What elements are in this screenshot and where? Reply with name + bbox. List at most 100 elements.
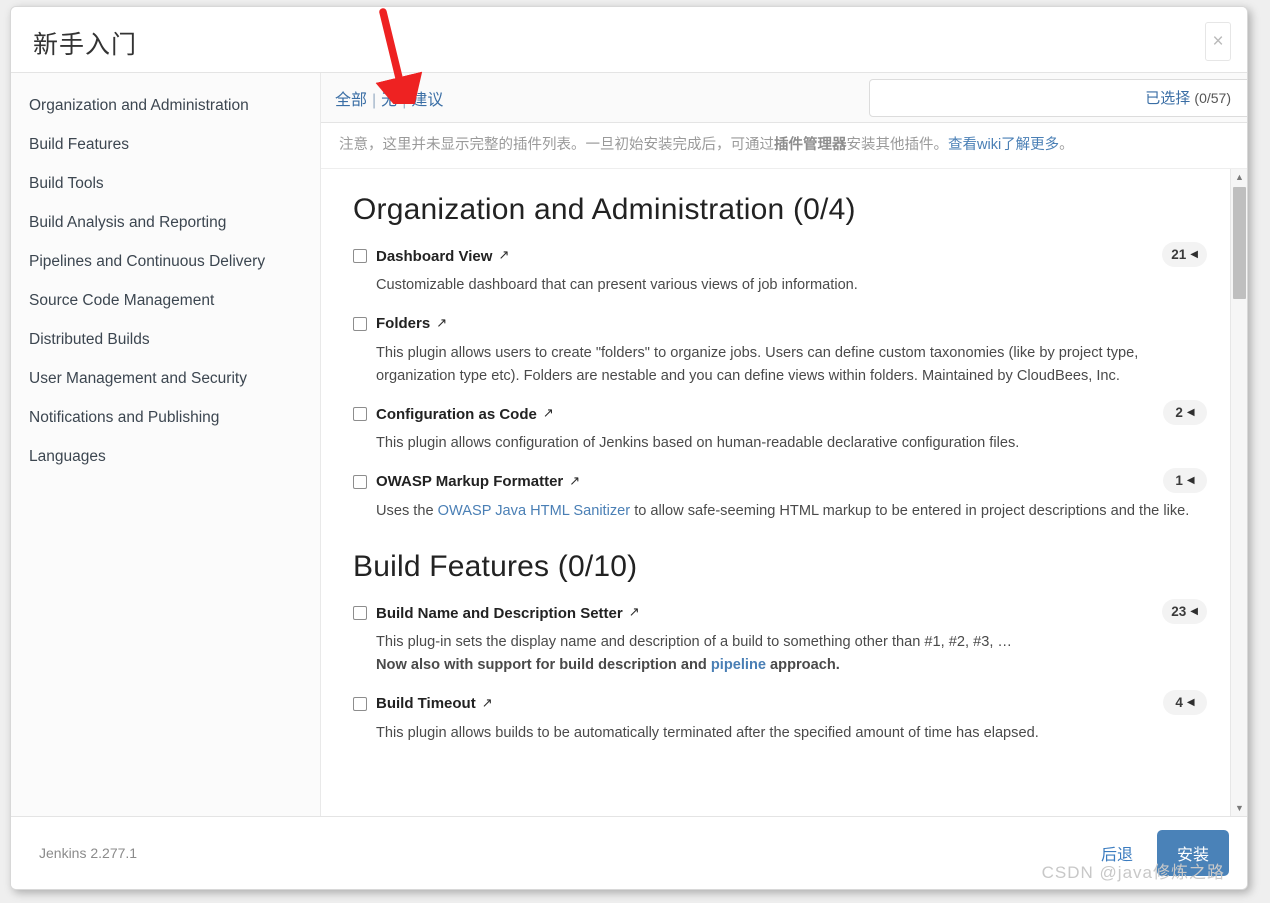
filter-all-link[interactable]: 全部 [335, 92, 367, 109]
sidebar-item-pipelines-and-continuous-delivery[interactable]: Pipelines and Continuous Delivery [11, 243, 320, 282]
plugin-checkbox[interactable] [353, 696, 367, 711]
sidebar-item-distributed-builds[interactable]: Distributed Builds [11, 321, 320, 360]
plugin-description-text: This plugin allows builds to be automati… [376, 724, 1039, 741]
dialog-footer: Jenkins 2.277.1 后退 安装 CSDN @java修炼之路 [11, 817, 1247, 889]
plugin-description-text: Uses the [376, 502, 438, 519]
plugin-description-link[interactable]: pipeline [711, 657, 766, 673]
external-link-icon[interactable]: ↗ [482, 695, 493, 711]
plugin-checkbox[interactable] [353, 316, 367, 331]
plugin-name[interactable]: Folders [376, 315, 430, 332]
plugin-description: This plugin allows configuration of Jenk… [376, 432, 1207, 455]
sidebar-item-user-management-and-security[interactable]: User Management and Security [11, 360, 320, 399]
plugin-checkbox[interactable] [353, 474, 367, 489]
plugin-description-text: This plugin allows configuration of Jenk… [376, 435, 1020, 452]
triangle-left-icon: ◀ [1186, 474, 1195, 486]
plugin-version-number: 21 [1171, 247, 1187, 263]
external-link-icon[interactable]: ↗ [629, 604, 640, 620]
page-title: 新手入门 [33, 31, 138, 59]
plugin-description-text: This plugin allows users to create "fold… [376, 344, 1139, 384]
scrollbar-thumb[interactable] [1233, 187, 1246, 300]
plugin-version-badge[interactable]: 21 ◀ [1162, 242, 1207, 268]
plugin-version-badge[interactable]: 23 ◀ [1162, 599, 1207, 625]
external-link-icon[interactable]: ↗ [436, 315, 447, 331]
plugin-header: Configuration as Code ↗ [353, 403, 1207, 425]
vertical-scrollbar[interactable]: ▲ ▼ [1230, 169, 1247, 816]
plugin-header: Dashboard View ↗ [353, 245, 1207, 267]
external-link-icon[interactable]: ↗ [498, 247, 509, 263]
plugin-row: Build Timeout ↗ 4 ◀ This plugin allows build… [345, 689, 1207, 745]
footer-actions: 后退 安装 [1093, 830, 1229, 876]
plugin-checkbox[interactable] [353, 249, 367, 264]
plugin-section: Organization and Administration (0/4) Das… [345, 193, 1207, 522]
external-link-icon[interactable]: ↗ [543, 405, 554, 421]
notice-text-1: 注意，这里并未显示完整的插件列表。一旦初始安装完成后，可通过 [339, 137, 774, 153]
sidebar-item-languages[interactable]: Languages [11, 438, 320, 477]
plugin-description: This plugin allows users to create "fold… [376, 342, 1207, 387]
notice-wiki-link[interactable]: 查看wiki了解更多 [948, 137, 1059, 153]
dialog-body: Organization and Administration Build Fe… [11, 73, 1247, 817]
plugin-version-badge[interactable]: 4 ◀ [1163, 689, 1207, 715]
external-link-icon[interactable]: ↗ [569, 473, 580, 489]
close-icon[interactable]: × [1205, 22, 1231, 61]
filter-suggested-link[interactable]: 建议 [411, 92, 443, 109]
plugin-checkbox[interactable] [353, 606, 367, 621]
category-sidebar: Organization and Administration Build Fe… [11, 73, 321, 816]
section-title: Organization and Administration (0/4) [353, 193, 856, 227]
plugin-description: This plug-in sets the display name and d… [376, 631, 1207, 676]
selected-number: (0/57) [1194, 90, 1231, 106]
jenkins-version-label: Jenkins 2.277.1 [39, 845, 138, 861]
sidebar-item-source-code-management[interactable]: Source Code Management [11, 282, 320, 321]
plugin-description-text: Customizable dashboard that can present … [376, 277, 858, 294]
plugin-description-strong: approach. [766, 656, 840, 673]
filter-links: 全部 | 无 | 建议 [335, 86, 443, 110]
plugin-header: Build Name and Description Setter ↗ [353, 602, 1207, 624]
plugin-name[interactable]: Build Timeout [376, 695, 476, 712]
setup-wizard-dialog: 新手入门 × Organization and Administration B… [10, 6, 1248, 890]
plugin-version-number: 4 [1175, 694, 1183, 710]
plugin-description-text: This plug-in sets the display name and d… [376, 634, 1013, 651]
plugin-toolbar: 全部|无|建议 ✕ 已选择 (0/57) [321, 73, 1247, 123]
plugin-checkbox[interactable] [353, 407, 367, 422]
triangle-left-icon: ◀ [1190, 606, 1198, 618]
scroll-down-icon[interactable]: ▼ [1231, 800, 1247, 816]
plugin-version-number: 2 [1175, 405, 1183, 421]
sidebar-item-notifications-and-publishing[interactable]: Notifications and Publishing [11, 399, 320, 438]
back-button[interactable]: 后退 [1093, 835, 1141, 871]
install-button[interactable]: 安装 [1156, 830, 1229, 876]
sidebar-item-build-analysis-and-reporting[interactable]: Build Analysis and Reporting [11, 204, 320, 243]
plugin-section: Build Features (0/10) Build Name and Desc… [345, 550, 1207, 744]
sidebar-item-build-tools[interactable]: Build Tools [11, 165, 320, 204]
plugin-name[interactable]: Build Name and Description Setter [376, 605, 623, 622]
filter-separator-1: | [372, 91, 377, 109]
plugin-description: This plugin allows builds to be automati… [376, 722, 1207, 745]
plugin-scroll-region: Organization and Administration (0/4) Das… [321, 169, 1247, 816]
plugin-row: Dashboard View ↗ 21 ◀ Customizable dashboard… [345, 242, 1207, 297]
plugin-header: Folders ↗ [353, 313, 1207, 335]
plugin-name[interactable]: Configuration as Code [376, 406, 537, 423]
plugin-list: Organization and Administration (0/4) Das… [321, 169, 1247, 744]
plugin-row: Build Name and Description Setter ↗ 23 ◀ Thi… [345, 599, 1207, 676]
plugin-description-strong: Now also with support for build descript… [376, 656, 711, 673]
plugin-version-badge[interactable]: 1 ◀ [1163, 467, 1207, 493]
plugin-name[interactable]: Dashboard View [376, 248, 492, 265]
plugin-version-number: 23 [1171, 604, 1187, 620]
plugin-description: Uses the OWASP Java HTML Sanitizer to al… [376, 500, 1207, 523]
triangle-left-icon: ◀ [1186, 407, 1195, 419]
notice-bar: 注意，这里并未显示完整的插件列表。一旦初始安装完成后，可通过插件管理器安装其他插… [321, 123, 1247, 170]
selected-count: 已选择 (0/57) [1145, 87, 1231, 108]
triangle-left-icon: ◀ [1190, 249, 1198, 261]
sidebar-item-build-features[interactable]: Build Features [11, 126, 320, 165]
filter-none-link[interactable]: 无 [381, 92, 397, 109]
plugin-description-link[interactable]: OWASP Java HTML Sanitizer [438, 503, 630, 519]
scroll-up-icon[interactable]: ▲ [1231, 169, 1247, 185]
plugin-name[interactable]: OWASP Markup Formatter [376, 473, 563, 490]
plugin-main-panel: 全部|无|建议 ✕ 已选择 (0/57) 注意，这里并未显示完整的插件列表。一旦… [321, 73, 1247, 816]
plugin-version-badge[interactable]: 2 ◀ [1163, 400, 1207, 426]
plugin-header: OWASP Markup Formatter ↗ [353, 471, 1207, 493]
plugin-description-text: to allow safe-seeming HTML markup to be … [630, 502, 1190, 519]
notice-text-3: 。 [1059, 137, 1074, 153]
sidebar-item-organization-and-administration[interactable]: Organization and Administration [11, 87, 320, 126]
selected-label[interactable]: 已选择 [1145, 90, 1190, 107]
section-title: Build Features (0/10) [353, 550, 638, 584]
notice-bold: 插件管理器 [774, 137, 847, 153]
